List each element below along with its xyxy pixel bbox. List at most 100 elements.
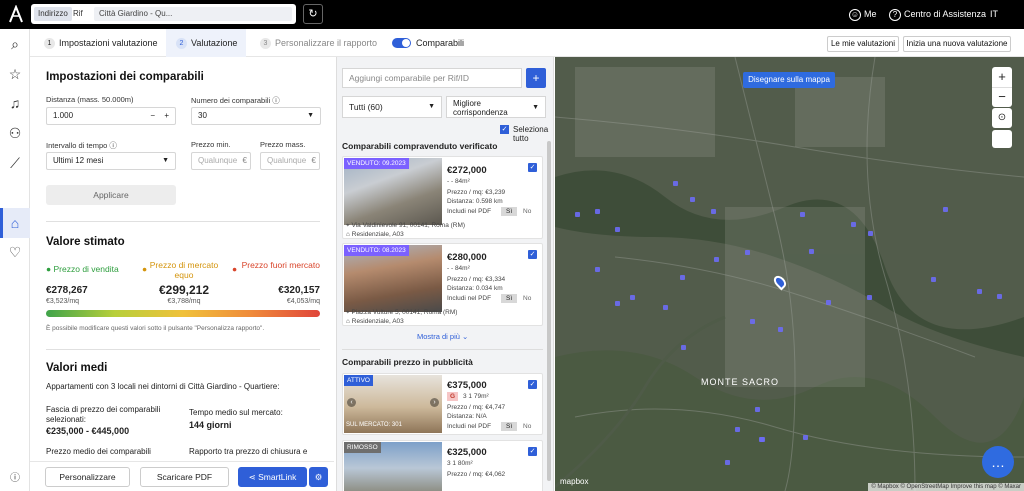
comparable-marker[interactable] [714, 257, 719, 262]
tab-rif[interactable]: Rif [69, 7, 87, 21]
time-select[interactable]: Ultimi 12 mesi ▼ [46, 152, 176, 170]
refresh-button[interactable]: ↻ [303, 4, 323, 24]
info-icon[interactable]: ⓘ [5, 469, 25, 489]
comparable-marker[interactable] [615, 301, 620, 306]
no-option[interactable]: No [523, 295, 531, 302]
smartlink-button[interactable]: ⋖ SmartLink [238, 467, 307, 487]
rooms-select[interactable]: 30 ▼ [191, 107, 321, 125]
new-valuation-button[interactable]: Inizia una nuova valutazione [903, 36, 1011, 52]
app-logo-icon[interactable] [8, 5, 24, 23]
draw-on-map-button[interactable]: Disegnare sulla mappa [743, 72, 835, 88]
comparable-marker[interactable] [690, 197, 695, 202]
comparable-marker[interactable] [680, 275, 685, 280]
smartlink-settings-button[interactable]: ⚙ [309, 467, 328, 487]
no-option[interactable]: No [523, 208, 531, 215]
users-icon[interactable]: ⚇ [5, 123, 25, 143]
no-option[interactable]: No [523, 423, 531, 430]
comparable-marker[interactable] [745, 250, 750, 255]
yes-option[interactable]: Sì [501, 422, 518, 431]
search-icon[interactable]: ⌕ [5, 34, 25, 54]
language-selector[interactable]: IT [990, 0, 998, 29]
comparable-marker[interactable] [663, 305, 668, 310]
comparable-marker[interactable] [977, 289, 982, 294]
comparable-marker[interactable] [778, 327, 783, 332]
map-view[interactable]: Disegnare sulla mappa + − ⊙ MONTE SACRO … [555, 57, 1024, 491]
step-settings[interactable]: 1 Impostazioni valutazione [40, 29, 160, 57]
include-checkbox[interactable]: ✓ [528, 163, 537, 172]
type-text: Residenziale, A03 [351, 318, 404, 325]
plus-icon[interactable]: + [164, 108, 169, 124]
min-price-input[interactable]: Qualunque € [191, 152, 251, 170]
fair-price-label: ● Prezzo di mercato equo [142, 260, 226, 280]
help-center-button[interactable]: ? Centro di Assistenza [889, 0, 986, 29]
comparables-toggle[interactable] [392, 38, 411, 48]
prev-photo-button[interactable]: ‹ [347, 398, 356, 407]
include-checkbox[interactable]: ✓ [528, 380, 537, 389]
include-checkbox[interactable]: ✓ [528, 250, 537, 259]
comparable-marker[interactable] [997, 294, 1002, 299]
address-input[interactable]: Città Giardino - Qu... [94, 7, 292, 21]
comparable-marker[interactable] [595, 209, 600, 214]
star-icon[interactable]: ☆ [5, 64, 25, 84]
comparable-marker[interactable] [615, 227, 620, 232]
profile-button[interactable]: ☺ Me [849, 0, 877, 29]
sort-select[interactable]: Migliore corrispondenza ▼ [446, 96, 546, 118]
zoom-in-button[interactable]: + [992, 67, 1012, 87]
comparable-marker[interactable] [931, 277, 936, 282]
add-comparable-button[interactable]: + [526, 68, 546, 88]
minus-icon[interactable]: − [150, 108, 155, 124]
my-valuations-button[interactable]: Le mie valutazioni [827, 36, 899, 52]
comparable-marker[interactable] [681, 345, 686, 350]
show-more-link[interactable]: Mostra di più ⌄ [417, 332, 468, 341]
comparable-marker[interactable] [755, 407, 760, 412]
distance-field[interactable]: 1.000 − + [46, 107, 176, 125]
comparable-marker[interactable] [868, 231, 873, 236]
compass-button[interactable] [992, 130, 1012, 148]
comparable-card[interactable]: VENDUTO: 09.2023 ✓ €272,000 - - 84m² Pre… [342, 156, 543, 239]
scrollbar[interactable] [547, 141, 551, 481]
bell-icon[interactable]: ♫ [5, 93, 25, 113]
comparable-card[interactable]: RIMOSSO ✓ €325,000 3 1 80m² Prezzo / mq:… [342, 440, 543, 491]
comparable-marker[interactable] [867, 295, 872, 300]
comparable-marker[interactable] [803, 435, 808, 440]
tab-indirizzo[interactable]: Indirizzo [34, 7, 72, 21]
select-all-checkbox[interactable]: ✓ [500, 125, 509, 134]
comparable-marker[interactable] [575, 212, 580, 217]
distance-value: 1.000 [53, 111, 74, 120]
add-comparable-input[interactable]: Aggiungi comparabile per Rif/ID [342, 68, 522, 88]
comparable-marker[interactable] [630, 295, 635, 300]
comparable-marker[interactable] [943, 207, 948, 212]
map-credits[interactable]: © Mapbox © OpenStreetMap Improve this ma… [868, 483, 1024, 491]
comparable-marker[interactable] [673, 181, 678, 186]
step-valuation[interactable]: 2 Valutazione [166, 29, 246, 57]
personalize-button[interactable]: Personalizzare [45, 467, 130, 487]
filter-select[interactable]: Tutti (60) ▼ [342, 96, 442, 118]
max-price-input[interactable]: Qualunque € [260, 152, 320, 170]
next-photo-button[interactable]: › [430, 398, 439, 407]
comparable-marker[interactable] [800, 212, 805, 217]
comparable-marker[interactable] [735, 427, 740, 432]
comparable-marker[interactable] [711, 209, 716, 214]
chat-button[interactable]: … [982, 446, 1014, 478]
comparable-marker[interactable] [725, 460, 730, 465]
comparable-marker[interactable] [595, 267, 600, 272]
step-personalize[interactable]: 3 Personalizzare il rapporto [254, 29, 404, 57]
red-dot-icon: ● [232, 264, 238, 274]
comparable-marker[interactable] [809, 249, 814, 254]
yes-option[interactable]: Sì [501, 207, 518, 216]
comparable-marker[interactable] [826, 300, 831, 305]
apply-button[interactable]: Applicare [46, 185, 176, 205]
yes-option[interactable]: Sì [501, 294, 518, 303]
comparable-marker[interactable] [750, 319, 755, 324]
comparable-card[interactable]: ATTIVO SUL MERCATO: 301 ‹ › ✓ €375,000 G… [342, 373, 543, 435]
comparable-marker[interactable] [851, 222, 856, 227]
download-pdf-button[interactable]: Scaricare PDF [140, 467, 229, 487]
include-checkbox[interactable]: ✓ [528, 447, 537, 456]
chart-icon[interactable]: ⟋ [5, 153, 25, 173]
heart-hand-icon[interactable]: ♡ [5, 242, 25, 262]
zoom-out-button[interactable]: − [992, 87, 1012, 107]
building-icon: ⌂ [346, 318, 350, 325]
locate-button[interactable]: ⊙ [992, 108, 1012, 128]
comparable-marker[interactable] [759, 437, 764, 442]
comparable-card[interactable]: VENDUTO: 08.2023 ✓ €280,000 - - 84m² Pre… [342, 243, 543, 326]
